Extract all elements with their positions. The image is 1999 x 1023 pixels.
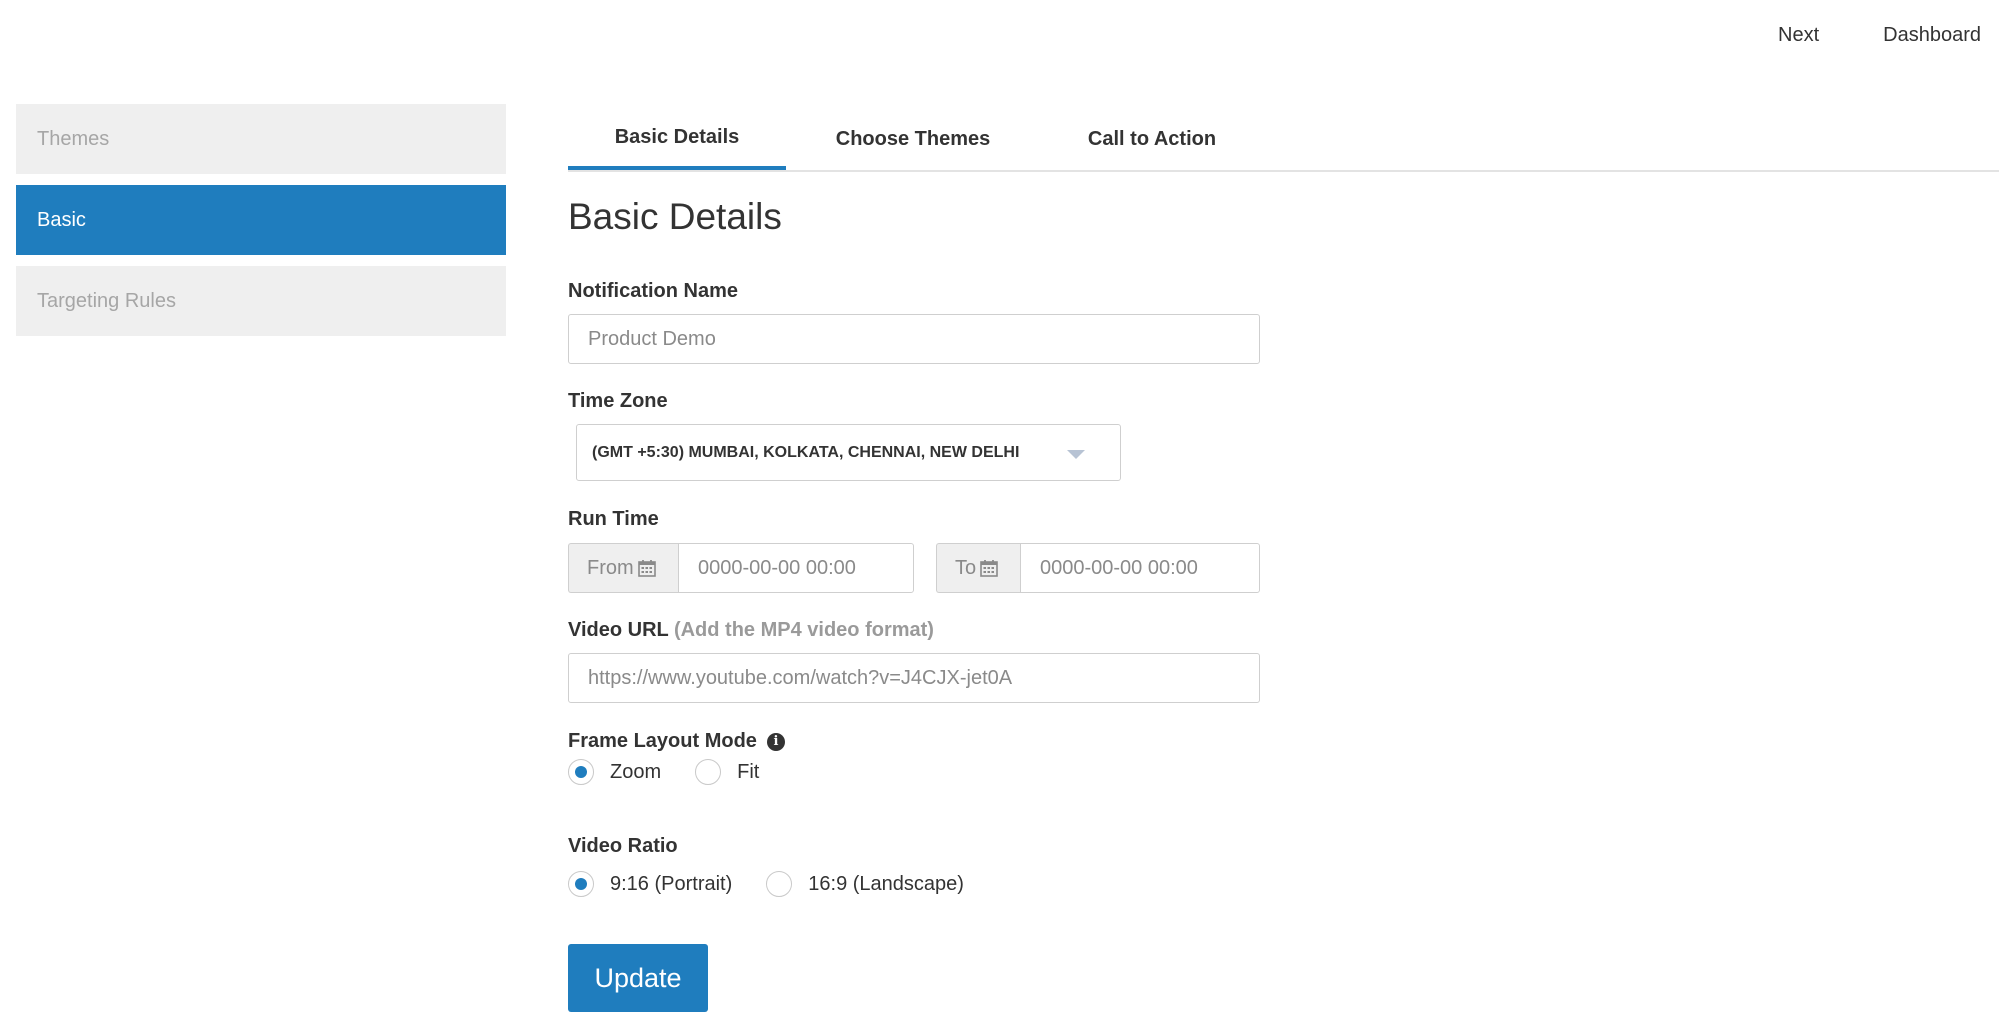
top-nav: Next Dashboard: [1778, 24, 1981, 47]
next-link[interactable]: Next: [1778, 24, 1819, 47]
from-label: From: [587, 556, 634, 579]
video-url-label-text: Video URL: [568, 619, 669, 641]
main-content: Basic Details Choose Themes Call to Acti…: [568, 108, 1999, 172]
calendar-icon: [637, 560, 656, 577]
radio-selected-dot: [575, 878, 587, 890]
sidebar-item-themes[interactable]: Themes: [16, 104, 506, 174]
chevron-down-icon: [1067, 450, 1085, 459]
to-label: To: [955, 556, 977, 579]
frame-layout-radio-group: Zoom Fit: [568, 759, 759, 785]
video-ratio-label: Video Ratio: [568, 835, 678, 857]
dashboard-link[interactable]: Dashboard: [1883, 24, 1981, 47]
radio-portrait-label[interactable]: 9:16 (Portrait): [610, 873, 732, 896]
frame-layout-label: Frame Layout Mode: [568, 730, 757, 752]
time-zone-value: (GMT +5:30) MUMBAI, KOLKATA, CHENNAI, NE…: [592, 444, 1020, 461]
run-time-to-input[interactable]: [1020, 543, 1260, 593]
radio-landscape-label[interactable]: 16:9 (Landscape): [808, 873, 964, 896]
info-icon[interactable]: i: [767, 733, 785, 751]
radio-landscape[interactable]: [766, 871, 793, 897]
radio-zoom-label[interactable]: Zoom: [610, 761, 661, 784]
page-title: Basic Details: [568, 196, 782, 237]
to-addon: To: [936, 543, 1020, 593]
radio-fit-label[interactable]: Fit: [737, 761, 759, 784]
tab-basic-details[interactable]: Basic Details: [568, 108, 786, 170]
notification-name-input[interactable]: [568, 314, 1260, 364]
radio-portrait[interactable]: [568, 871, 594, 897]
notification-name-label: Notification Name: [568, 280, 739, 302]
time-zone-select[interactable]: (GMT +5:30) MUMBAI, KOLKATA, CHENNAI, NE…: [576, 424, 1121, 481]
sidebar-item-targeting-rules[interactable]: Targeting Rules: [16, 266, 506, 336]
run-time-label: Run Time: [568, 508, 659, 530]
video-url-label: Video URL (Add the MP4 video format): [568, 619, 934, 642]
radio-fit[interactable]: [695, 759, 722, 785]
video-url-hint: (Add the MP4 video format): [673, 619, 934, 641]
radio-zoom[interactable]: [568, 759, 594, 785]
from-addon: From: [568, 543, 678, 593]
radio-selected-dot: [575, 766, 587, 778]
sidebar: Themes Basic Targeting Rules: [16, 104, 506, 347]
run-time-from-input[interactable]: [678, 543, 914, 593]
calendar-icon: [980, 560, 998, 577]
tab-call-to-action[interactable]: Call to Action: [1040, 108, 1264, 170]
video-ratio-radio-group: 9:16 (Portrait) 16:9 (Landscape): [568, 871, 964, 897]
time-zone-label: Time Zone: [568, 390, 668, 412]
video-url-input[interactable]: [568, 653, 1260, 703]
update-button[interactable]: Update: [568, 944, 708, 1012]
tab-bar: Basic Details Choose Themes Call to Acti…: [568, 108, 1999, 172]
tab-choose-themes[interactable]: Choose Themes: [786, 108, 1040, 170]
sidebar-item-basic[interactable]: Basic: [16, 185, 506, 255]
